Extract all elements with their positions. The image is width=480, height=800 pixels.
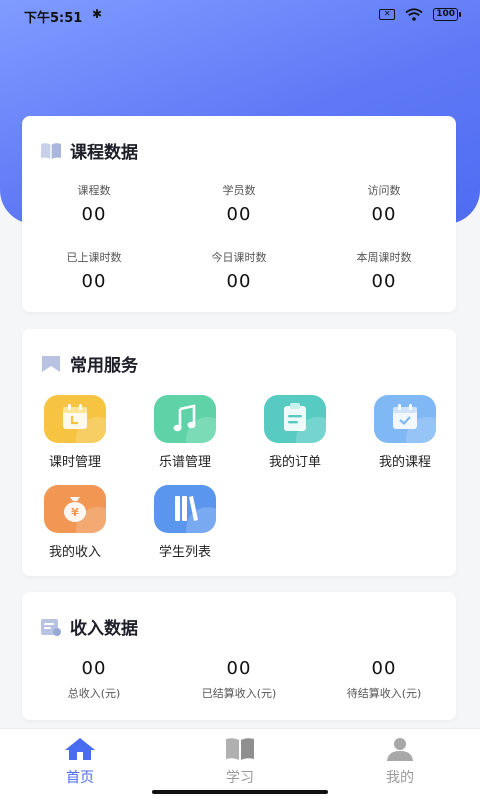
tab-home[interactable]: 首页 [30, 737, 130, 787]
stat-label: 已上课时数 [66, 251, 122, 264]
service-student-list[interactable]: 学生列表 [130, 485, 240, 560]
tab-label: 我的 [386, 770, 414, 786]
svg-text:¥: ¥ [71, 506, 79, 519]
tab-label: 学习 [226, 770, 254, 786]
book-icon [226, 738, 254, 760]
service-label: 我的订单 [268, 455, 321, 470]
service-label: 我的课程 [378, 455, 431, 470]
service-my-courses[interactable]: 我的课程 [350, 395, 460, 470]
stat-week-hours: 本周课时数 00 [312, 249, 456, 292]
stat-visit-count: 访问数 00 [312, 182, 456, 225]
open-book-icon [41, 142, 61, 159]
tab-study[interactable]: 学习 [190, 737, 290, 787]
stat-label: 已结算收入(元) [201, 687, 277, 700]
stat-today-hours: 今日课时数 00 [167, 249, 311, 292]
clipboard-icon [264, 395, 326, 443]
stat-value: 00 [226, 271, 252, 292]
stat-label: 待结算收入(元) [346, 687, 422, 700]
home-indicator [152, 790, 328, 794]
stat-value: 00 [81, 271, 107, 292]
stat-value: 00 [371, 658, 397, 679]
stat-value: 00 [371, 204, 397, 225]
home-icon [65, 738, 95, 760]
service-lesson-hours[interactable]: 课时管理 [20, 395, 130, 470]
stat-label: 今日课时数 [211, 251, 267, 264]
stat-value: 00 [371, 271, 397, 292]
service-my-income[interactable]: ¥ 我的收入 [20, 485, 130, 560]
course-data-title-text: 课程数据 [70, 143, 138, 163]
service-label: 课时管理 [48, 455, 101, 470]
user-icon [387, 738, 413, 761]
course-data-card: 课程数据 课程数 00 学员数 00 访问数 00 已上课时数 00 今日课时数… [22, 116, 456, 312]
bill-icon [41, 618, 61, 636]
service-sheet-music[interactable]: 乐谱管理 [130, 395, 240, 470]
status-bar: 下午5:51 ✱ ✕ 100 [0, 0, 480, 32]
income-data-title: 收入数据 [40, 614, 138, 639]
course-data-title: 课程数据 [40, 138, 138, 163]
income-data-card: 收入数据 00 总收入(元) 00 已结算收入(元) 00 待结算收入(元) [22, 592, 456, 720]
stat-value: 00 [226, 658, 252, 679]
status-right: ✕ 100 [379, 8, 461, 21]
stat-course-count: 课程数 00 [22, 182, 166, 225]
calendar-icon [44, 395, 106, 443]
service-label: 乐谱管理 [158, 455, 211, 470]
tab-label: 首页 [66, 770, 94, 786]
service-label: 学生列表 [158, 545, 211, 560]
calendar-check-icon [374, 395, 436, 443]
stat-label: 学员数 [222, 184, 256, 197]
music-note-icon [154, 395, 216, 443]
sim-icon: ✕ [379, 9, 396, 20]
battery-icon: 100 [433, 8, 461, 21]
stat-value: 00 [81, 204, 107, 225]
tab-mine[interactable]: 我的 [350, 737, 450, 787]
stat-total-income: 00 总收入(元) [22, 658, 166, 701]
services-card: 常用服务 课时管理 乐谱管理 我的订单 我的课程 ¥ 我的收入 学生列表 [22, 329, 456, 576]
income-data-title-text: 收入数据 [70, 619, 138, 639]
stat-pending-income: 00 待结算收入(元) [312, 658, 456, 701]
stat-label: 访问数 [367, 184, 401, 197]
status-time: 下午5:51 [24, 11, 83, 26]
stat-label: 课程数 [77, 184, 111, 197]
service-label: 我的收入 [48, 545, 101, 560]
stat-label: 总收入(元) [67, 687, 121, 700]
books-icon [154, 485, 216, 533]
stat-label: 本周课时数 [356, 251, 412, 264]
services-title-text: 常用服务 [70, 356, 138, 376]
bookmark-icon [42, 355, 60, 372]
stat-settled-income: 00 已结算收入(元) [167, 658, 311, 701]
money-bag-icon: ¥ [44, 485, 106, 533]
service-my-orders[interactable]: 我的订单 [240, 395, 350, 470]
stat-completed-hours: 已上课时数 00 [22, 249, 166, 292]
stat-value: 00 [81, 658, 107, 679]
services-title: 常用服务 [40, 351, 138, 376]
wifi-icon [405, 8, 423, 21]
stat-student-count: 学员数 00 [167, 182, 311, 225]
bluetooth-icon: ✱ [92, 7, 103, 21]
stat-value: 00 [226, 204, 252, 225]
